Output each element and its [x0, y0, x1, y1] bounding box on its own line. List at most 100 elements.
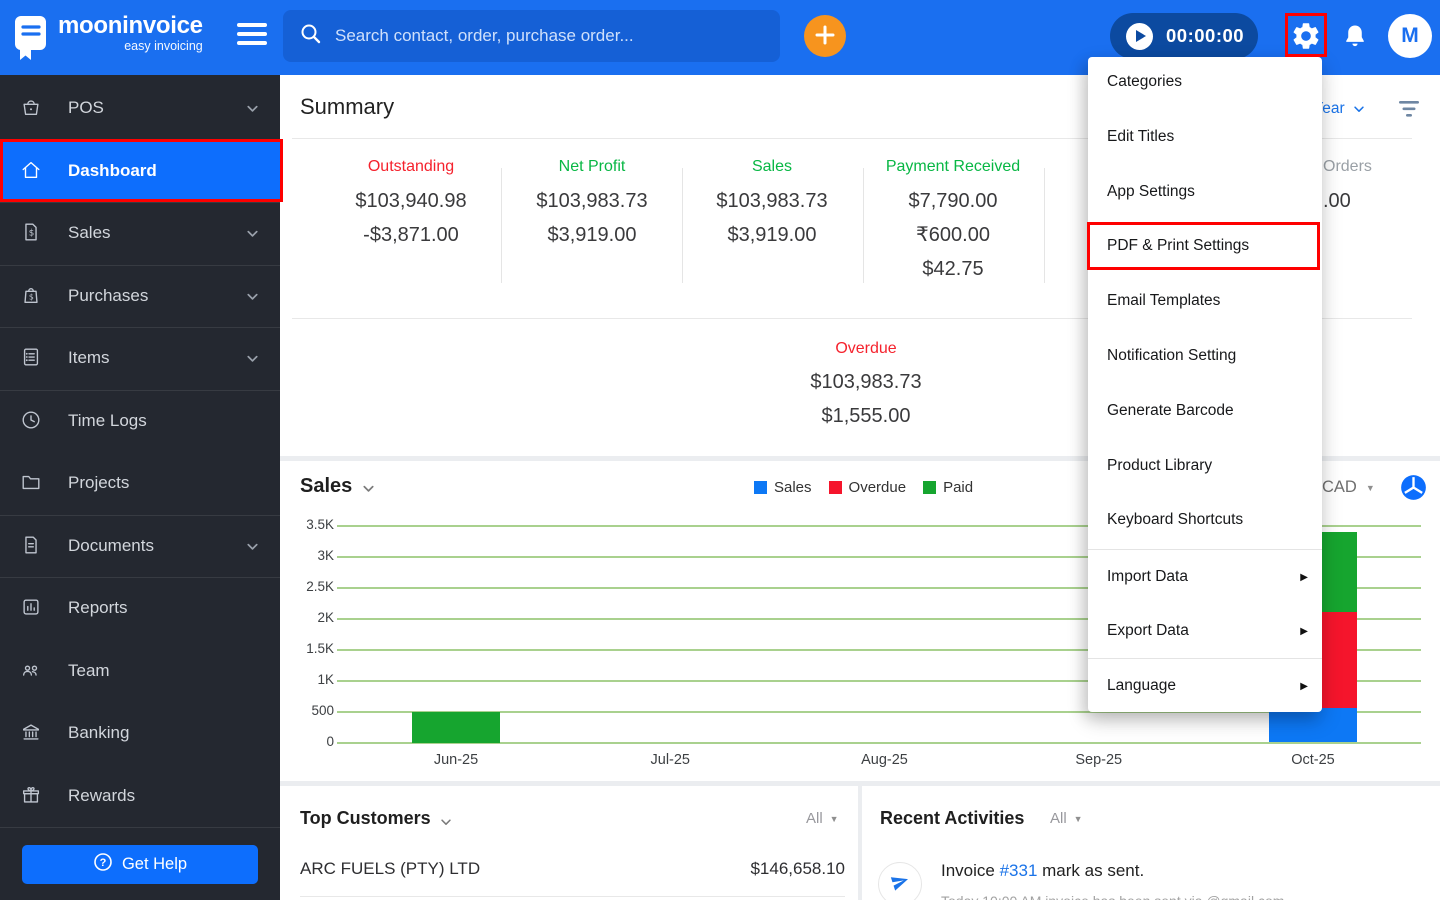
summary-card-divider [501, 168, 502, 283]
play-icon[interactable] [1126, 22, 1153, 50]
global-search[interactable] [283, 10, 780, 62]
menu-item-label: Generate Barcode [1107, 402, 1234, 419]
chevron-down-icon [245, 351, 260, 366]
invoice-link[interactable]: #331 [1000, 861, 1038, 880]
sidebar-item-documents[interactable]: Documents [0, 515, 280, 578]
menu-item-label: App Settings [1107, 183, 1195, 200]
summary-card-label: Sales [751, 158, 793, 175]
menu-item-generate-barcode[interactable]: Generate Barcode [1107, 389, 1308, 433]
overdue-value-2: $1,555.00 [821, 404, 911, 427]
menu-item-label: Edit Titles [1107, 128, 1175, 145]
legend-label: Paid [943, 479, 974, 496]
sales-chart-header: Sales [300, 475, 376, 498]
menu-item-label: Categories [1107, 73, 1182, 90]
sidebar-item-projects[interactable]: Projects [0, 452, 280, 515]
sidebar-item-team[interactable]: Team [0, 640, 280, 703]
menu-item-pdf-print-settings[interactable]: PDF & Print Settings [1107, 224, 1308, 268]
notifications-bell-icon[interactable] [1341, 21, 1369, 51]
bottom-panel-separator [858, 786, 862, 900]
summary-card-value-2: $3,919.00 [547, 224, 637, 246]
menu-item-label: Notification Setting [1107, 347, 1237, 364]
brand-tagline: easy invoicing [124, 39, 203, 53]
chevron-down-icon[interactable] [361, 481, 376, 496]
sidebar-item-reports[interactable]: Reports [0, 577, 280, 640]
menu-item-import-data[interactable]: Import Data ▶ [1107, 555, 1308, 599]
legend-item-paid[interactable]: Paid [923, 479, 973, 496]
filter-icon[interactable] [1396, 99, 1422, 119]
summary-card-value-2: $3,919.00 [727, 224, 817, 246]
top-customers-header: Top Customers [300, 808, 453, 829]
menu-item-label: Product Library [1107, 457, 1213, 474]
sidebar-item-sales[interactable]: $ Sales [0, 202, 280, 265]
svg-text:$: $ [29, 292, 34, 301]
x-axis-label: Aug-25 [861, 752, 908, 768]
list-icon [20, 346, 44, 370]
basket-icon [20, 96, 44, 120]
timer-widget[interactable]: 00:00:00 [1110, 13, 1258, 59]
menu-item-notification-setting[interactable]: Notification Setting [1107, 334, 1308, 378]
chevron-down-icon[interactable] [439, 813, 453, 827]
mooninvoice-logo-icon[interactable] [12, 14, 50, 62]
pie-chart-toggle-icon[interactable] [1400, 474, 1427, 501]
sidebar-item-label: POS [68, 98, 104, 118]
summary-card-value-2: -$3,871.00 [363, 224, 459, 246]
hamburger-menu-icon[interactable] [237, 23, 267, 51]
sidebar-item-pos[interactable]: POS [0, 77, 280, 140]
activity-prefix: Invoice [941, 861, 1000, 880]
sidebar-item-label: Documents [68, 535, 154, 555]
sidebar-item-label: Items [68, 348, 110, 368]
brand[interactable]: mooninvoice easy invoicing [58, 13, 203, 54]
menu-item-label: Keyboard Shortcuts [1107, 511, 1244, 528]
file-icon [20, 534, 44, 558]
sidebar-divider [0, 202, 280, 203]
chevron-down-icon [245, 539, 260, 554]
top-customers-filter-dropdown[interactable]: All ▼ [806, 810, 839, 827]
x-axis-label: Sep-25 [1075, 752, 1123, 768]
menu-item-product-library[interactable]: Product Library [1107, 444, 1308, 488]
menu-divider [1088, 549, 1322, 550]
currency-value: CAD [1322, 478, 1357, 496]
menu-item-keyboard-shortcuts[interactable]: Keyboard Shortcuts [1107, 498, 1308, 542]
summary-card-value-1: $103,983.73 [716, 190, 828, 212]
y-tick-label: 1K [317, 671, 334, 687]
chart-icon [20, 596, 44, 620]
svg-text:$: $ [29, 229, 35, 239]
search-input[interactable] [335, 26, 755, 46]
y-tick-label: 2.5K [306, 578, 334, 594]
sidebar-item-dashboard[interactable]: Dashboard [0, 139, 280, 202]
recent-activities-header: Recent Activities [880, 808, 1024, 829]
currency-dropdown[interactable]: CAD ▼ [1322, 478, 1375, 497]
menu-item-export-data[interactable]: Export Data ▶ [1107, 609, 1308, 653]
sidebar-divider [0, 827, 280, 828]
legend-item-sales[interactable]: Sales [754, 479, 812, 496]
activity-suffix: mark as sent. [1037, 861, 1145, 880]
sidebar-item-purchases[interactable]: $ Purchases [0, 265, 280, 328]
sidebar-item-banking[interactable]: Banking [0, 702, 280, 765]
x-axis-label: Oct-25 [1291, 752, 1335, 768]
customer-name[interactable]: ARC FUELS (PTY) LTD [300, 859, 480, 879]
user-avatar[interactable]: M [1388, 14, 1432, 58]
get-help-button[interactable]: ? Get Help [22, 845, 258, 884]
bar-segment-oct-25-sales[interactable] [1269, 708, 1357, 743]
sidebar-item-rewards[interactable]: Rewards [0, 765, 280, 828]
filter-value: All [1050, 810, 1067, 827]
activity-meta: Today 10:00 AM invoice has been sent via… [941, 893, 1284, 900]
sidebar-item-items[interactable]: Items [0, 327, 280, 390]
legend-item-overdue[interactable]: Overdue [828, 479, 906, 496]
summary-card-divider [682, 168, 683, 283]
settings-gear-icon[interactable] [1290, 20, 1322, 52]
overdue-label: Overdue [835, 340, 897, 357]
menu-item-app-settings[interactable]: App Settings [1107, 170, 1308, 214]
quick-add-button[interactable] [804, 15, 846, 57]
menu-item-categories[interactable]: Categories [1107, 60, 1308, 104]
summary-card-sales: Sales $103,983.73 $3,919.00 [667, 158, 877, 252]
sidebar-item-time-logs[interactable]: Time Logs [0, 390, 280, 453]
menu-item-email-templates[interactable]: Email Templates [1107, 279, 1308, 323]
sidebar-divider [0, 514, 280, 516]
overdue-value-1: $103,983.73 [810, 371, 922, 393]
menu-item-edit-titles[interactable]: Edit Titles [1107, 115, 1308, 159]
menu-item-language[interactable]: Language ▶ [1107, 664, 1308, 708]
bar-segment-jun-25-paid[interactable] [412, 711, 500, 743]
summary-card-value-1: .00 [1323, 190, 1351, 212]
activities-filter-dropdown[interactable]: All ▼ [1050, 810, 1083, 827]
